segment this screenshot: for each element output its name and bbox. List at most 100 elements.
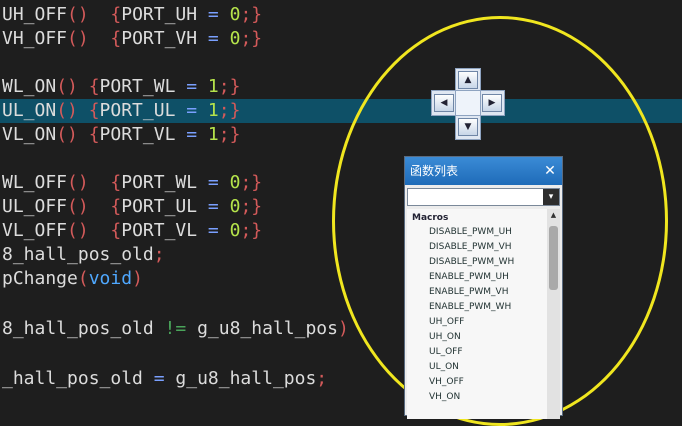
code-token: PORT_VL: [99, 124, 176, 145]
code-token: !=: [153, 318, 198, 339]
code-token: (): [67, 196, 111, 217]
list-item[interactable]: VH_OFF: [407, 375, 547, 390]
code-token: _hall_pos_old: [2, 368, 143, 389]
code-token: PORT_WL: [121, 172, 198, 193]
code-line[interactable]: 8_hall_pos_old;: [2, 243, 165, 267]
code-token: (): [56, 100, 89, 121]
code-token: ): [132, 268, 143, 289]
code-token: {: [110, 172, 122, 193]
code-token: PORT_UL: [99, 100, 176, 121]
code-token: 0: [229, 172, 241, 193]
code-line[interactable]: _hall_pos_old = g_u8_hall_pos;: [2, 367, 327, 391]
code-token: }: [251, 196, 263, 217]
code-line[interactable]: VL_OFF() {PORT_VL = 0;}: [2, 219, 262, 243]
list-item[interactable]: DISABLE_PWM_VH: [407, 240, 547, 255]
list-item[interactable]: VH_ON: [407, 390, 547, 405]
function-list-panel: 函数列表 ✕ ▾ Macros DISABLE_PWM_UH DISABLE_PW…: [404, 156, 563, 419]
code-token: pChange: [2, 268, 78, 289]
code-token: =: [142, 368, 176, 389]
code-token: {: [110, 4, 122, 25]
list-item[interactable]: ENABLE_PWM_WH: [407, 300, 547, 315]
code-token: ;: [240, 196, 252, 217]
code-line[interactable]: VL_ON() {PORT_VL = 1;}: [2, 123, 240, 147]
function-list: Macros DISABLE_PWM_UH DISABLE_PWM_VH DISAB…: [407, 209, 547, 419]
code-token: ;: [240, 28, 252, 49]
list-item[interactable]: DISABLE_PWM_UH: [407, 225, 547, 240]
code-token: }: [251, 172, 263, 193]
code-token: (): [67, 172, 111, 193]
category-macros[interactable]: Macros: [407, 209, 547, 225]
list-item[interactable]: UL_ON: [407, 360, 547, 375]
code-token: g_u8_hall_pos: [175, 368, 317, 389]
code-line[interactable]: VH_OFF() {PORT_VH = 0;}: [2, 27, 262, 51]
code-token: =: [197, 172, 230, 193]
panel-title-bar: 函数列表 ✕: [405, 157, 562, 185]
dock-bottom-icon[interactable]: ▼: [458, 118, 478, 136]
code-line[interactable]: WL_ON() {PORT_WL = 1;}: [2, 75, 240, 99]
code-token: 8_hall_pos_old: [2, 244, 154, 265]
chevron-down-icon[interactable]: ▾: [543, 189, 559, 205]
code-token: =: [197, 28, 230, 49]
code-line[interactable]: UL_ON() {PORT_UL = 1;}: [2, 99, 240, 123]
code-token: ;: [218, 76, 230, 97]
code-token: ;: [153, 244, 165, 265]
function-filter-dropdown[interactable]: ▾: [407, 188, 560, 206]
code-token: g_u8_hall_pos: [197, 318, 338, 339]
code-token: (): [56, 76, 89, 97]
vertical-scrollbar[interactable]: ▲: [547, 209, 560, 419]
list-item[interactable]: ENABLE_PWM_VH: [407, 285, 547, 300]
code-token: (): [67, 28, 111, 49]
function-items: DISABLE_PWM_UH DISABLE_PWM_VH DISABLE_PWM_…: [407, 225, 547, 405]
list-item[interactable]: UL_OFF: [407, 345, 547, 360]
code-line[interactable]: pChange(void): [2, 267, 143, 291]
code-token: PORT_VL: [121, 220, 198, 241]
scrollbar-thumb[interactable]: [549, 226, 558, 290]
code-token: }: [251, 4, 263, 25]
code-token: ;: [240, 220, 252, 241]
code-token: {: [110, 28, 122, 49]
list-item[interactable]: UH_OFF: [407, 315, 547, 330]
scroll-up-icon[interactable]: ▲: [547, 209, 560, 222]
code-token: =: [197, 4, 230, 25]
code-token: {: [110, 196, 122, 217]
dock-top-icon[interactable]: ▲: [458, 71, 478, 89]
code-token: VL_OFF: [2, 220, 68, 241]
code-token: 1: [207, 76, 219, 97]
code-line[interactable]: UL_OFF() {PORT_UL = 0;}: [2, 195, 262, 219]
code-token: }: [251, 220, 263, 241]
code-token: 1: [207, 100, 219, 121]
panel-title: 函数列表: [410, 164, 459, 178]
list-item[interactable]: DISABLE_PWM_WH: [407, 255, 547, 270]
code-token: WL_OFF: [2, 172, 68, 193]
dock-guide-center: [455, 90, 481, 116]
code-token: (): [67, 220, 111, 241]
code-token: {: [88, 76, 100, 97]
code-token: =: [197, 196, 230, 217]
code-token: PORT_UL: [121, 196, 198, 217]
code-editor[interactable]: UH_OFF() {PORT_UH = 0;} VH_OFF() {PORT_VH…: [0, 0, 682, 407]
code-line[interactable]: WL_OFF() {PORT_WL = 0;}: [2, 171, 262, 195]
code-token: (: [77, 268, 89, 289]
code-token: ): [337, 318, 349, 339]
code-token: VH_OFF: [2, 28, 68, 49]
code-line[interactable]: 8_hall_pos_old != g_u8_hall_pos): [2, 317, 349, 341]
dock-guide: ▲ ◀ ▶ ▼: [431, 68, 505, 140]
code-token: PORT_UH: [121, 4, 198, 25]
dock-left-icon[interactable]: ◀: [434, 94, 454, 112]
list-item[interactable]: ENABLE_PWM_UH: [407, 270, 547, 285]
code-token: 0: [229, 220, 241, 241]
code-token: 8_hall_pos_old: [2, 318, 154, 339]
code-token: UL_ON: [2, 100, 57, 121]
code-token: =: [175, 100, 208, 121]
code-token: =: [175, 124, 208, 145]
dock-right-icon[interactable]: ▶: [482, 94, 502, 112]
code-token: void: [88, 268, 133, 289]
code-token: PORT_VH: [121, 28, 198, 49]
code-token: 0: [229, 196, 241, 217]
code-line[interactable]: UH_OFF() {PORT_UH = 0;}: [2, 3, 262, 27]
code-token: ;: [240, 172, 252, 193]
code-token: ;: [316, 368, 328, 389]
close-icon[interactable]: ✕: [542, 157, 558, 185]
list-item[interactable]: UH_ON: [407, 330, 547, 345]
code-token: {: [88, 100, 100, 121]
